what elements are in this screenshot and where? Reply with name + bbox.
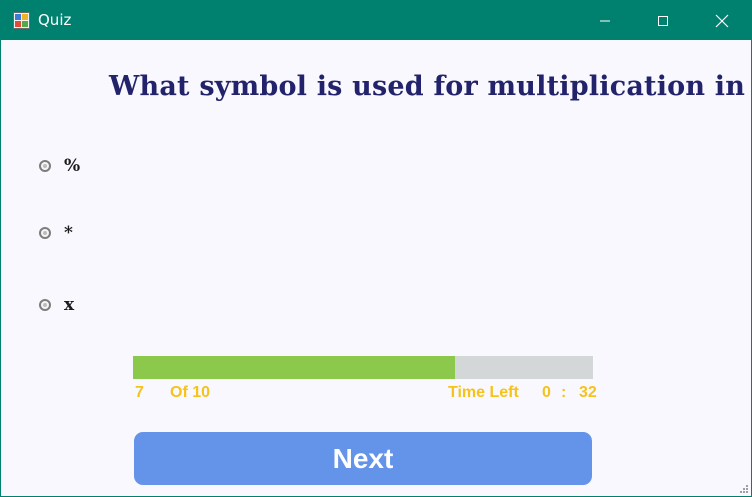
answer-option-3[interactable]: x xyxy=(39,295,74,315)
close-icon xyxy=(715,14,729,27)
title-bar[interactable]: Quiz xyxy=(1,1,751,40)
question-total-label: Of 10 xyxy=(170,384,211,401)
quiz-progress-bar xyxy=(133,356,593,379)
time-left-label: Time Left xyxy=(448,384,519,401)
close-button[interactable] xyxy=(693,1,751,40)
maximize-icon xyxy=(658,15,668,26)
current-question-number: 7 xyxy=(135,384,144,401)
radio-button-icon[interactable] xyxy=(39,160,51,172)
answer-option-label[interactable]: x xyxy=(64,295,74,315)
answer-option-label[interactable]: % xyxy=(64,156,80,176)
minimize-button[interactable] xyxy=(576,1,634,40)
quiz-window: Quiz What symbol is used for multiplicat… xyxy=(0,0,752,497)
timer-seconds: 32 xyxy=(579,384,597,401)
resize-grip-icon[interactable] xyxy=(739,484,749,494)
app-icon[interactable] xyxy=(13,12,30,29)
progress-fill xyxy=(133,356,455,379)
question-text: What symbol is used for multiplication i… xyxy=(109,71,752,102)
answer-option-2[interactable]: * xyxy=(39,223,73,243)
minimize-icon xyxy=(600,20,610,21)
timer-minutes: 0 xyxy=(542,384,551,401)
window-title: Quiz xyxy=(38,11,72,29)
radio-button-icon[interactable] xyxy=(39,227,51,239)
answer-option-1[interactable]: % xyxy=(39,156,80,176)
maximize-button[interactable] xyxy=(634,1,692,40)
timer-separator: : xyxy=(561,384,567,401)
radio-button-icon[interactable] xyxy=(39,299,51,311)
answer-option-label[interactable]: * xyxy=(64,223,73,243)
next-button[interactable]: Next xyxy=(134,432,592,485)
